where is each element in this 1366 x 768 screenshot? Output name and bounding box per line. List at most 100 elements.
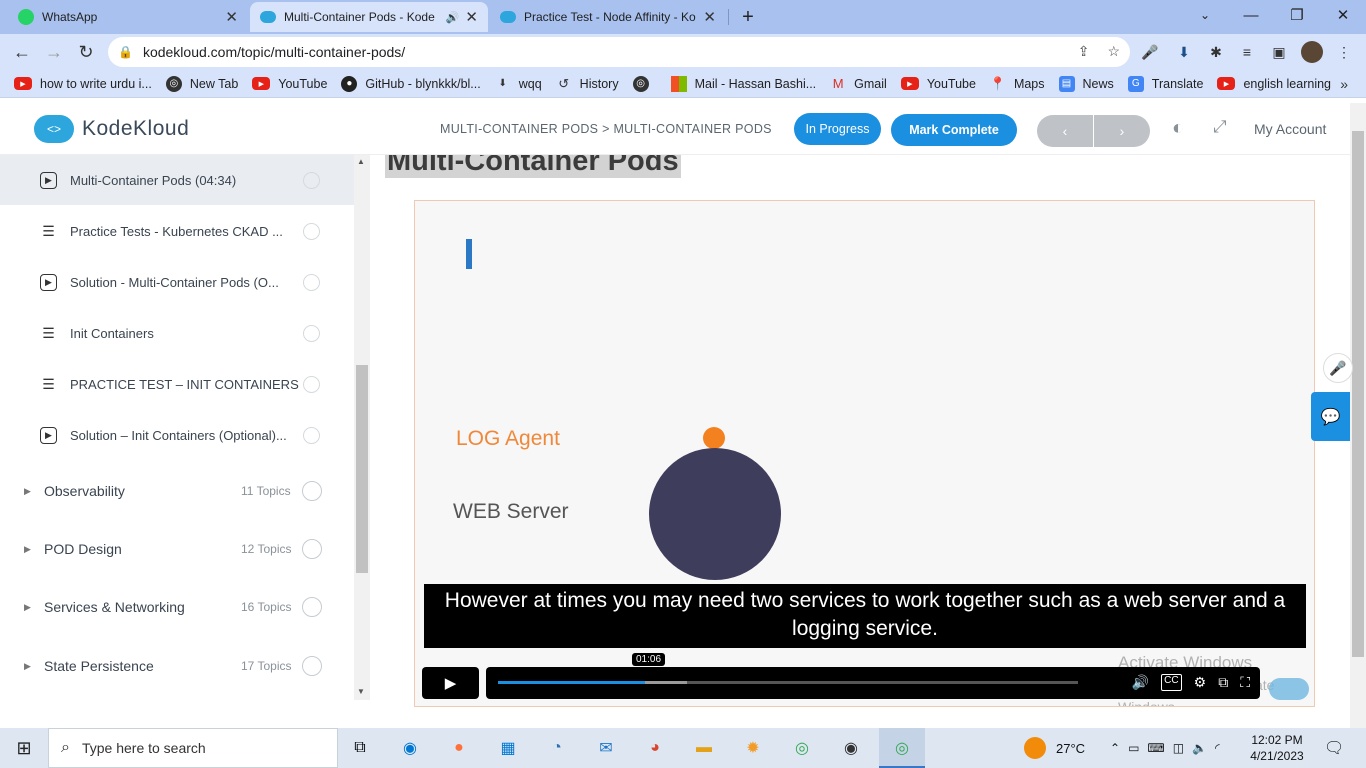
tab-multi-container-pods[interactable]: Multi-Container Pods - Kode 🔊 ✕ (250, 2, 488, 32)
sidebar-lesson-item[interactable]: ▶ Multi-Container Pods (04:34) (0, 155, 354, 205)
close-icon[interactable]: ✕ (225, 8, 238, 26)
app-gear-icon[interactable]: ✹ (739, 734, 767, 762)
media-control-icon[interactable]: ≡ (1238, 43, 1256, 61)
sidebar-section-services-networking[interactable]: ▶ Services & Networking 16 Topics (0, 581, 354, 633)
speaker-icon[interactable]: 🔊 (446, 11, 460, 24)
store-icon[interactable]: ▦ (494, 734, 522, 762)
profile-avatar[interactable] (1301, 41, 1323, 63)
breadcrumb[interactable]: MULTI-CONTAINER PODS > MULTI-CONTAINER P… (440, 122, 772, 136)
close-window-button[interactable]: ✕ (1320, 0, 1366, 30)
camera-app-icon[interactable]: ◉ (837, 734, 865, 762)
back-button[interactable]: ← (8, 38, 36, 66)
address-bar[interactable]: 🔒 kodekloud.com/topic/multi-container-po… (108, 37, 1130, 67)
chrome-active-icon[interactable]: ◎ (888, 734, 916, 762)
scroll-down-arrow-icon[interactable]: ▼ (357, 687, 365, 696)
minimize-button[interactable]: — (1228, 0, 1274, 30)
phone-link-icon[interactable]: ◔ (543, 734, 571, 762)
settings-gear-icon[interactable]: ⚙ (1194, 674, 1207, 691)
bookmark-item[interactable]: 📍 Maps (990, 76, 1045, 92)
bookmark-star-icon[interactable]: ☆ (1107, 43, 1120, 60)
scrollbar-thumb[interactable] (1352, 131, 1364, 657)
dark-mode-icon[interactable]: ◐ (1172, 117, 1184, 140)
bookmark-item[interactable]: ⬇ wqq (495, 76, 542, 92)
tab-practice-test[interactable]: Practice Test - Node Affinity - Ko ✕ (490, 2, 726, 32)
close-icon[interactable]: ✕ (703, 8, 716, 26)
notifications-icon[interactable]: 🗨 (1324, 728, 1344, 768)
system-clock[interactable]: 12:02 PM 4/21/2023 (1248, 732, 1306, 764)
volume-icon[interactable]: 🔈 (1192, 741, 1207, 755)
forward-button[interactable]: → (40, 38, 68, 66)
tab-search-icon[interactable]: ⌄ (1182, 0, 1228, 30)
scroll-up-arrow-icon[interactable]: ▲ (357, 157, 365, 166)
wifi-icon[interactable]: ◜ (1215, 741, 1220, 755)
show-hidden-icons-icon[interactable]: ⌃ (1110, 741, 1120, 755)
download-extension-icon[interactable]: ⬇ (1175, 43, 1193, 61)
bookmark-item[interactable]: ◎ (632, 75, 657, 92)
lock-icon[interactable]: 🔒 (118, 45, 133, 59)
task-view-icon[interactable]: ⧉ (346, 734, 374, 762)
bookmark-item[interactable]: ↺ History (556, 76, 618, 92)
play-button[interactable]: ▶ (422, 667, 479, 699)
scrollbar-thumb[interactable] (356, 365, 368, 573)
reload-button[interactable]: ↻ (72, 38, 100, 66)
new-tab-button[interactable]: + (725, 2, 771, 32)
expand-arrow-icon[interactable]: ▶ (24, 544, 31, 555)
meet-now-icon[interactable]: ◫ (1173, 741, 1184, 755)
expand-arrow-icon[interactable]: ▶ (24, 661, 31, 672)
bookmark-item[interactable]: ◎ New Tab (165, 75, 238, 92)
restore-button[interactable]: ❐ (1274, 0, 1320, 30)
bookmark-item[interactable]: ▶ english learning (1217, 77, 1331, 91)
url-text[interactable]: kodekloud.com/topic/multi-container-pods… (143, 44, 405, 60)
bookmark-item[interactable]: Mail - Hassan Bashi... (670, 75, 816, 92)
expand-arrow-icon[interactable]: ▶ (24, 602, 31, 613)
fullscreen-icon[interactable]: ⛶ (1240, 674, 1250, 691)
microphone-extension-icon[interactable]: 🎤 (1141, 43, 1159, 61)
sidebar-lesson-item[interactable]: ▶ Solution - Multi-Container Pods (O... (0, 257, 354, 307)
progress-bar[interactable] (498, 681, 1078, 684)
sidebar-lesson-item[interactable]: ☰ Practice Tests - Kubernetes CKAD ... (0, 206, 354, 256)
volume-icon[interactable]: 🔊 (1132, 674, 1149, 691)
captions-icon[interactable]: CC (1161, 674, 1182, 691)
taskbar-search-input[interactable]: ⌕ Type here to search (48, 728, 338, 768)
my-account-link[interactable]: My Account (1254, 121, 1326, 137)
sidebar-lesson-item[interactable]: ☰ PRACTICE TEST – INIT CONTAINERS (0, 359, 354, 409)
sidebar-lesson-item[interactable]: ☰ Init Containers (0, 308, 354, 358)
chat-icon[interactable]: 💬 (1311, 392, 1350, 441)
tab-whatsapp[interactable]: WhatsApp ✕ (8, 2, 248, 32)
sidebar-lesson-item[interactable]: ▶ Solution – Init Containers (Optional).… (0, 410, 354, 460)
picture-in-picture-icon[interactable]: ⧉ (1218, 674, 1228, 691)
close-icon[interactable]: ✕ (465, 8, 478, 26)
share-icon[interactable]: ⇪ (1078, 43, 1090, 60)
sidebar-section-pod-design[interactable]: ▶ POD Design 12 Topics (0, 523, 354, 575)
windows-start-icon[interactable]: ⊞ (0, 728, 48, 768)
fullscreen-icon[interactable]: ⤢ (1213, 117, 1227, 137)
bookmark-item[interactable]: ▶ YouTube (900, 77, 976, 91)
mark-complete-button[interactable]: Mark Complete (891, 114, 1017, 146)
menu-kebab-icon[interactable]: ⋮ (1335, 43, 1353, 61)
weather-widget[interactable]: 27°C (1024, 728, 1085, 768)
status-badge[interactable]: In Progress (794, 113, 881, 145)
app-icon[interactable]: ◕ (641, 734, 669, 762)
bookmark-item[interactable]: M Gmail (830, 76, 887, 92)
bookmark-item[interactable]: G Translate (1127, 75, 1203, 92)
chrome-icon[interactable]: ◎ (788, 734, 816, 762)
sidebar-scrollbar[interactable]: ▲ ▼ (354, 155, 370, 700)
network-icon[interactable]: ⌨ (1147, 741, 1164, 755)
sidebar-section-observability[interactable]: ▶ Observability 11 Topics (0, 465, 354, 517)
microphone-icon[interactable]: 🎤 (1323, 353, 1353, 383)
page-scrollbar[interactable] (1350, 103, 1366, 728)
kodekloud-logo[interactable]: <> KodeKloud (34, 115, 189, 143)
expand-arrow-icon[interactable]: ▶ (24, 486, 31, 497)
sidebar-section-state-persistence[interactable]: ▶ State Persistence 17 Topics (0, 640, 354, 692)
battery-icon[interactable]: ▭ (1128, 741, 1139, 755)
previous-lesson-button[interactable]: ‹ (1037, 115, 1093, 147)
edge-icon[interactable]: ◉ (396, 734, 424, 762)
firefox-icon[interactable]: ● (445, 734, 473, 762)
side-panel-icon[interactable]: ▣ (1270, 43, 1288, 61)
bookmark-item[interactable]: ● GitHub - blynkkk/bl... (341, 75, 481, 92)
file-explorer-icon[interactable]: ▬ (690, 734, 718, 762)
video-player[interactable]: LOG Agent WEB Server However at times yo… (414, 200, 1315, 707)
bookmarks-overflow-icon[interactable]: » (1340, 76, 1348, 92)
bookmark-item[interactable]: ▶ YouTube (252, 77, 327, 91)
next-lesson-button[interactable]: › (1094, 115, 1150, 147)
